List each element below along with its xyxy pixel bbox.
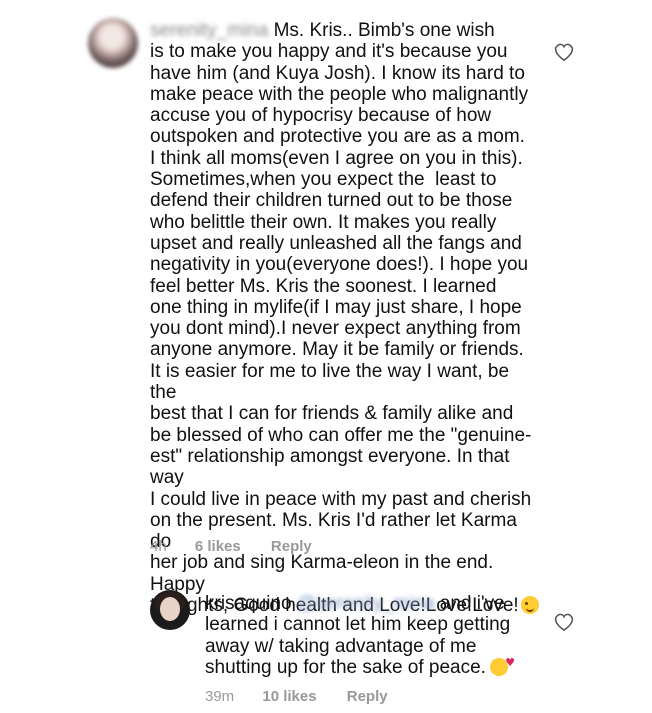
comment: serenity_mina Ms. Kris.. Bimb's one wish… bbox=[0, 0, 652, 616]
mention-link[interactable]: @serenity_mina bbox=[297, 593, 435, 614]
comment-time: 4h bbox=[150, 538, 167, 555]
heart-outline-icon[interactable] bbox=[553, 612, 575, 632]
comment-time: 39m bbox=[205, 688, 235, 705]
comment-text: serenity_mina Ms. Kris.. Bimb's one wish… bbox=[150, 20, 540, 616]
reply-button[interactable]: Reply bbox=[271, 538, 312, 555]
heart-outline-icon[interactable] bbox=[553, 42, 575, 62]
reply-comment: krisaquino @serenity_mina and i've learn… bbox=[0, 578, 652, 713]
avatar[interactable] bbox=[88, 18, 138, 68]
comment-meta: 4h 6 likes Reply bbox=[150, 538, 312, 555]
likes-count[interactable]: 10 likes bbox=[262, 688, 316, 705]
reply-button[interactable]: Reply bbox=[347, 688, 388, 705]
comment-text: krisaquino @serenity_mina and i've learn… bbox=[205, 593, 545, 678]
likes-count[interactable]: 6 likes bbox=[195, 538, 241, 555]
comment-meta: 39m 10 likes Reply bbox=[205, 688, 388, 705]
comment-body: Ms. Kris.. Bimb's one wish is to make yo… bbox=[150, 20, 532, 617]
kiss-emoji bbox=[489, 652, 515, 676]
comment-username[interactable]: krisaquino bbox=[205, 593, 292, 614]
avatar[interactable] bbox=[150, 590, 190, 630]
comment-username[interactable]: serenity_mina bbox=[150, 20, 268, 41]
